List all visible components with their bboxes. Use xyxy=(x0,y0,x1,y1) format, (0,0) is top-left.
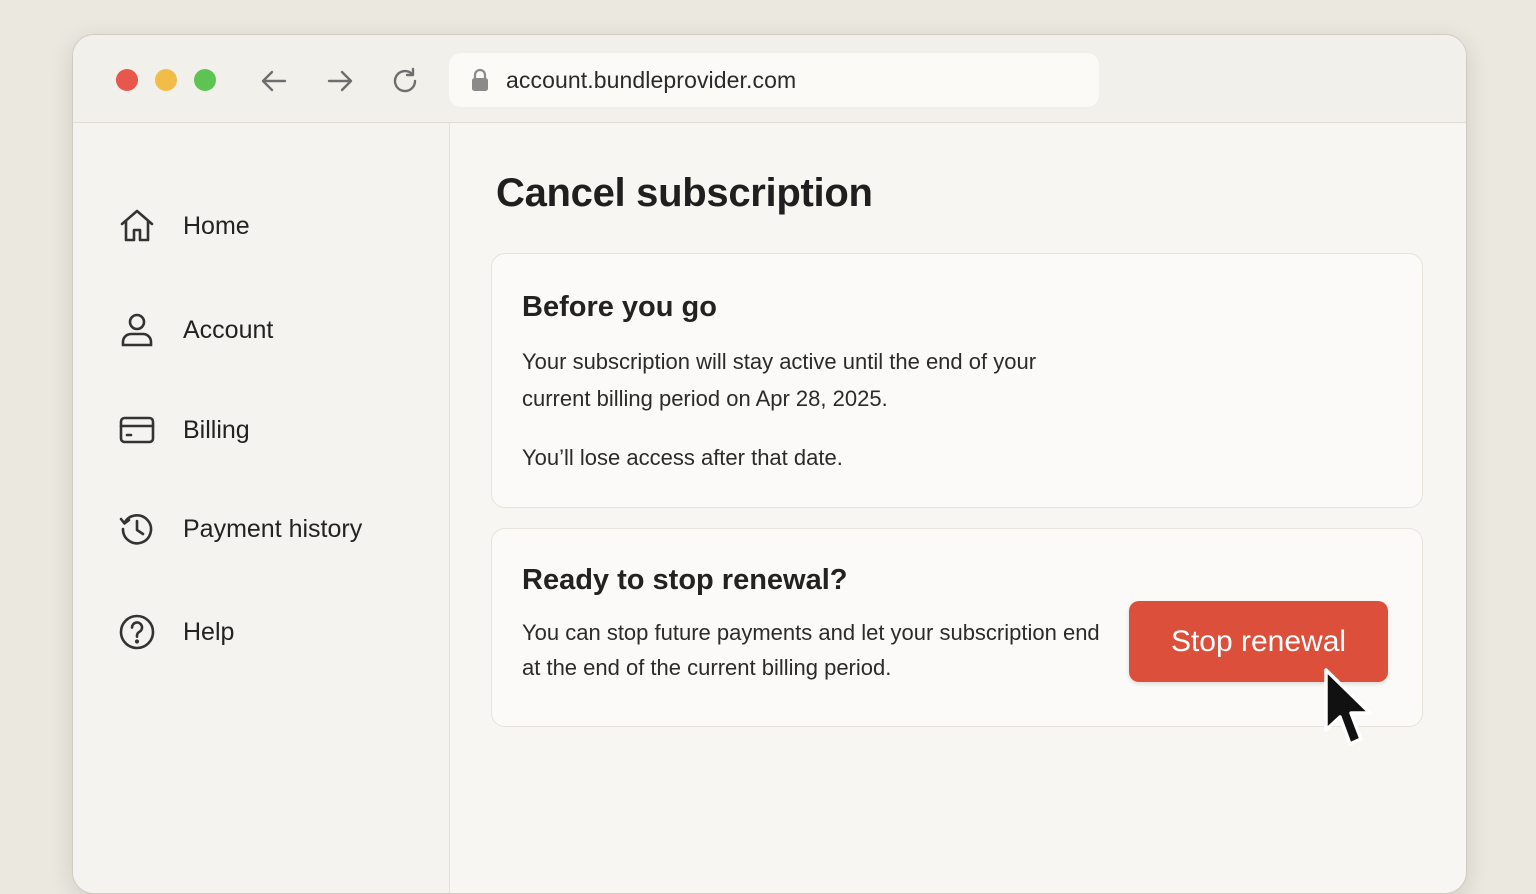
sidebar-item-label: Home xyxy=(183,212,250,240)
sidebar-item-payment-history[interactable]: Payment history xyxy=(118,508,418,552)
back-arrow-icon[interactable] xyxy=(258,65,290,97)
action-card: Ready to stop renewal? You can stop futu… xyxy=(491,528,1423,727)
minimize-window-button[interactable] xyxy=(155,69,177,91)
sidebar-item-label: Payment history xyxy=(183,515,363,543)
credit-card-icon xyxy=(118,411,156,449)
browser-toolbar: account.bundleprovider.com xyxy=(73,35,1466,123)
user-icon xyxy=(118,311,156,349)
sidebar-item-label: Billing xyxy=(183,416,250,444)
mouse-pointer-icon xyxy=(1324,668,1372,746)
home-icon xyxy=(118,207,156,245)
url-text: account.bundleprovider.com xyxy=(506,67,797,93)
help-circle-icon xyxy=(118,613,156,651)
forward-arrow-icon[interactable] xyxy=(324,65,356,97)
sidebar: Home Account Billing Payment history Hel… xyxy=(73,123,450,893)
address-bar[interactable]: account.bundleprovider.com xyxy=(449,53,1099,107)
main-content: Cancel subscription Before you go Your s… xyxy=(451,123,1466,893)
sidebar-item-label: Account xyxy=(183,316,274,344)
info-card-title: Before you go xyxy=(522,291,717,323)
info-card-text: Your subscription will stay active until… xyxy=(522,349,1037,411)
reload-icon[interactable] xyxy=(389,65,421,97)
lock-icon xyxy=(470,68,490,92)
history-icon xyxy=(118,510,156,548)
info-card-note: You’ll lose access after that date. xyxy=(522,445,843,470)
sidebar-item-billing[interactable]: Billing xyxy=(118,409,418,453)
sidebar-item-label: Help xyxy=(183,618,235,646)
browser-window: account.bundleprovider.com Home Account xyxy=(72,34,1467,894)
action-card-text: You can stop future payments and let you… xyxy=(522,620,1100,680)
close-window-button[interactable] xyxy=(116,69,138,91)
sidebar-item-home[interactable]: Home xyxy=(118,205,418,249)
action-card-title: Ready to stop renewal? xyxy=(522,564,848,596)
sidebar-item-help[interactable]: Help xyxy=(118,611,418,655)
page-title: Cancel subscription xyxy=(496,171,873,215)
info-card: Before you go Your subscription will sta… xyxy=(491,253,1423,508)
maximize-window-button[interactable] xyxy=(194,69,216,91)
sidebar-item-account[interactable]: Account xyxy=(118,309,418,353)
